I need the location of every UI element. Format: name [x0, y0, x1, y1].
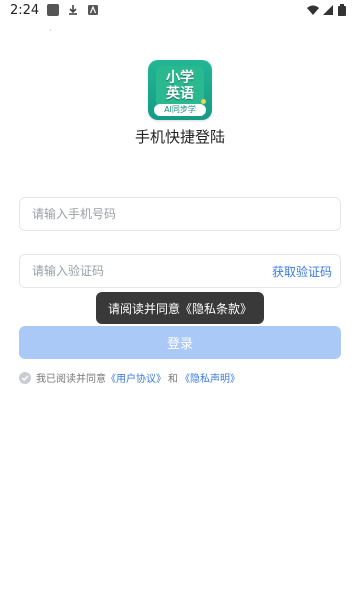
- logo-subtitle: AI同步学: [154, 104, 206, 116]
- status-left: 2:24: [10, 3, 99, 18]
- status-right: [306, 4, 350, 16]
- app-logo: 小学 英语 AI同步学: [148, 60, 212, 120]
- code-field[interactable]: 获取验证码: [19, 254, 341, 288]
- download-icon: [67, 4, 79, 16]
- agreement-row: 我已阅读并同意 《用户协议》 和 《隐私声明》: [19, 370, 240, 385]
- agreement-prefix: 我已阅读并同意: [36, 374, 106, 385]
- logo-line-2: 英语: [166, 86, 194, 102]
- agreement-and: 和: [168, 374, 178, 385]
- logo-line-1: 小学: [166, 70, 194, 86]
- status-time: 2:24: [10, 2, 40, 18]
- code-input[interactable]: [30, 263, 264, 279]
- battery-icon: [338, 4, 350, 16]
- page-title: 手机快捷登陆: [134, 128, 225, 146]
- privacy-statement-link[interactable]: 《隐私声明》: [180, 370, 240, 385]
- signal-icon: [322, 4, 334, 16]
- logo-dot: [201, 99, 206, 104]
- translate-icon: [87, 4, 99, 16]
- user-agreement-link[interactable]: 《用户协议》: [106, 370, 166, 385]
- logo-text-block: 小学 英语: [156, 66, 204, 106]
- check-icon: [21, 374, 29, 381]
- square-app-icon: [47, 4, 60, 16]
- agree-checkbox[interactable]: [19, 371, 31, 384]
- wifi-icon: [306, 4, 319, 16]
- phone-field[interactable]: [19, 197, 341, 231]
- status-dot: ·: [49, 26, 52, 35]
- get-code-button[interactable]: 获取验证码: [272, 263, 332, 280]
- toast-message: 请阅读并同意《隐私条款》: [96, 292, 264, 324]
- status-bar: 2:24: [0, 0, 360, 20]
- phone-input[interactable]: [30, 206, 330, 222]
- login-button[interactable]: 登录: [19, 326, 341, 359]
